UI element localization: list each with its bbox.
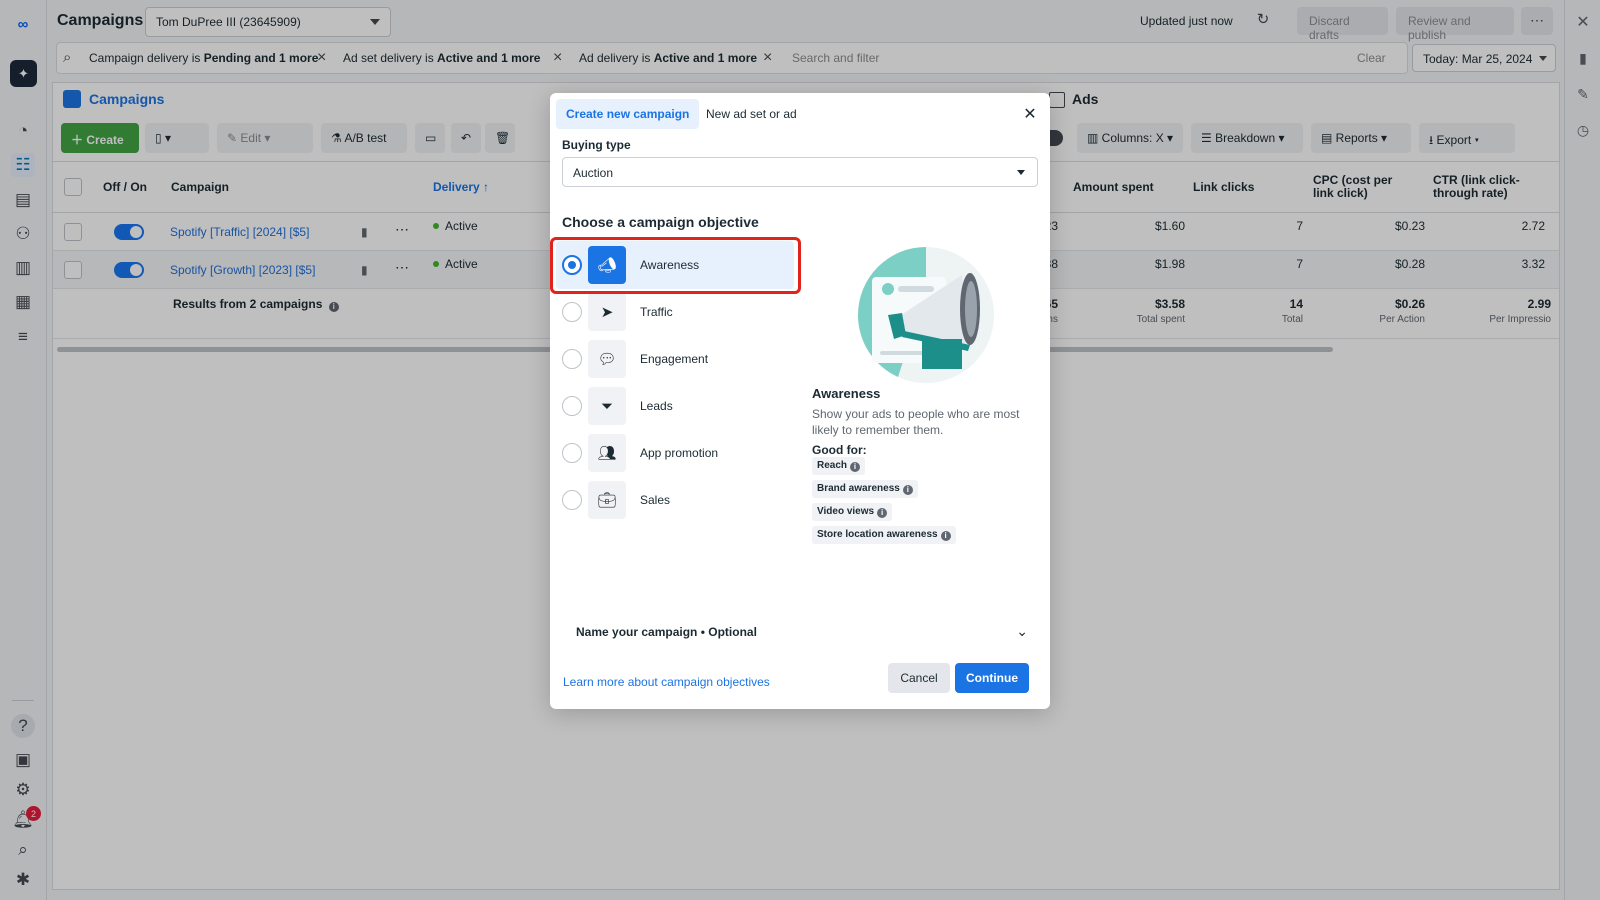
good-for-label: Good for: [812, 443, 867, 457]
info-icon[interactable]: i [850, 462, 861, 472]
continue-button[interactable]: Continue [955, 663, 1029, 693]
good-for-chip: Reach i [812, 457, 866, 475]
good-for-chip: Brand awareness i [812, 480, 918, 498]
objective-label: App promotion [640, 446, 719, 460]
learn-more-link[interactable]: Learn more about campaign objectives [563, 675, 770, 689]
radio-app-promotion[interactable] [562, 443, 582, 463]
selection-highlight [550, 237, 801, 294]
name-campaign-expander[interactable]: Name your campaign • Optional ⌄ [562, 617, 1038, 647]
buying-type-select[interactable]: Auction [562, 157, 1038, 187]
radio-leads[interactable] [562, 396, 582, 416]
objective-label: Sales [640, 493, 671, 507]
tab-create-new-campaign[interactable]: Create new campaign [556, 99, 700, 129]
info-icon[interactable]: i [940, 531, 951, 541]
objective-desc-text: Show your ads to people who are most lik… [812, 407, 1020, 437]
good-for-chip: Video views i [812, 503, 893, 521]
people-icon: 👥︎ [588, 434, 626, 472]
radio-traffic[interactable] [562, 302, 582, 322]
buying-type-label: Buying type [562, 138, 631, 152]
info-icon[interactable]: i [902, 485, 913, 495]
awareness-illustration [858, 247, 994, 383]
chevron-down-icon [1017, 170, 1025, 175]
objective-label: Leads [640, 399, 673, 413]
good-for-chip: Store location awareness i [812, 526, 956, 544]
objective-label: Traffic [640, 305, 673, 319]
objective-sales[interactable]: 💼︎ Sales [556, 476, 794, 524]
create-campaign-modal: Create new campaign New ad set or ad ✕ B… [550, 93, 1050, 709]
objective-leads[interactable]: ⏷ Leads [556, 382, 794, 430]
objective-app-promotion[interactable]: 👥︎ App promotion [556, 429, 794, 477]
cancel-button[interactable]: Cancel [888, 663, 950, 693]
radio-sales[interactable] [562, 490, 582, 510]
cursor-icon: ➤ [588, 293, 626, 331]
objective-traffic[interactable]: ➤ Traffic [556, 288, 794, 336]
close-icon[interactable]: ✕ [1022, 107, 1038, 123]
objective-title: Choose a campaign objective [562, 214, 759, 230]
objective-desc-title: Awareness [812, 386, 881, 401]
funnel-icon: ⏷ [588, 387, 626, 425]
tab-new-adset-or-ad[interactable]: New ad set or ad [696, 99, 807, 129]
radio-engagement[interactable] [562, 349, 582, 369]
objective-label: Engagement [640, 352, 709, 366]
buying-type-value: Auction [573, 166, 614, 180]
name-campaign-label: Name your campaign • Optional [576, 625, 757, 639]
briefcase-icon: 💼︎ [588, 481, 626, 519]
chevron-down-icon: ⌄ [1016, 623, 1028, 639]
objective-engagement[interactable]: 💬︎ Engagement [556, 335, 794, 383]
info-icon[interactable]: i [877, 508, 888, 518]
chat-bubbles-icon: 💬︎ [588, 340, 626, 378]
